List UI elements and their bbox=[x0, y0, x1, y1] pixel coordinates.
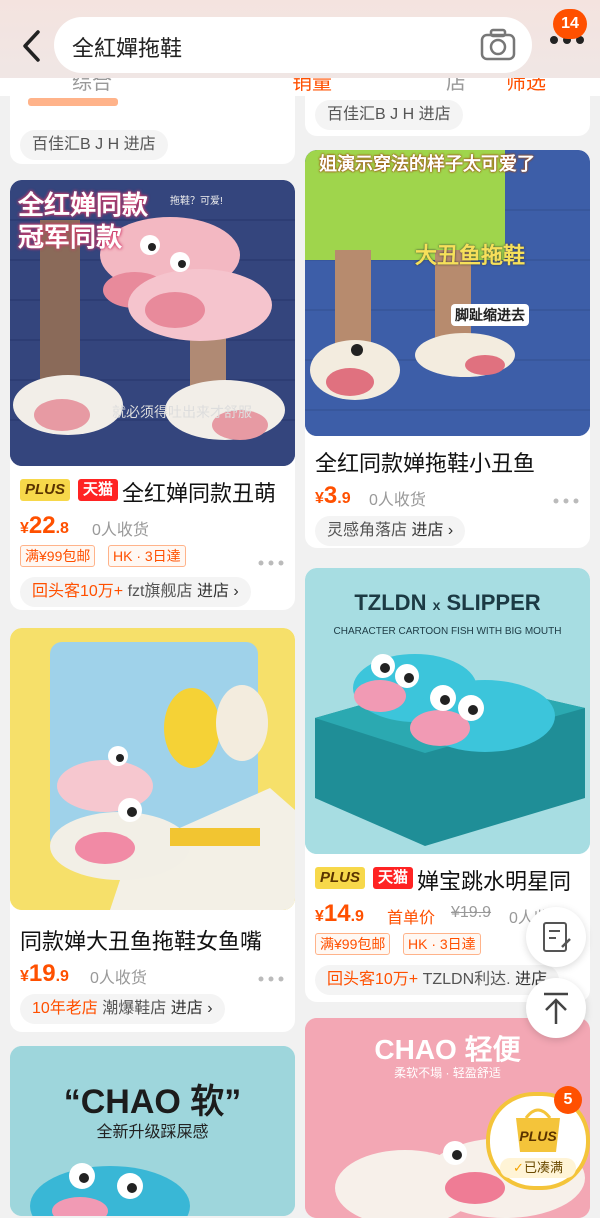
product-image[interactable]: “CHAO 软” 全新升级踩屎感 bbox=[10, 1046, 295, 1216]
product-title[interactable]: 婵宝跳水明星同 bbox=[417, 864, 587, 896]
product-title[interactable]: 同款婵大丑鱼拖鞋女鱼嘴 bbox=[20, 924, 290, 956]
sort-comprehensive[interactable]: 综合 bbox=[72, 78, 112, 95]
tag-strip bbox=[28, 98, 118, 106]
sort-store[interactable]: 店 bbox=[446, 78, 466, 95]
overlay-title: “CHAO 软” bbox=[63, 1083, 242, 1121]
sold-count: 0人收货 bbox=[92, 522, 149, 539]
product-card[interactable]: 全红婵同款 冠军同款 拖鞋？可爱! 就必须得吐出来才舒服 PLUS 天猫 全红婵… bbox=[10, 180, 295, 610]
product-price: ¥3.9 bbox=[315, 482, 351, 509]
store-pill[interactable]: 回头客10万+ TZLDN利达. 进店 bbox=[315, 965, 560, 995]
shipping-tag: 满¥99包邮 bbox=[315, 933, 391, 955]
store-pill[interactable]: 百佳汇B J H 进店 bbox=[20, 130, 168, 160]
original-price: ¥19.9 bbox=[451, 904, 492, 921]
brand-subtitle: CHARACTER CARTOON FISH WITH BIG MOUTH bbox=[333, 626, 562, 637]
overlay-subtitle: 全新升级踩屎感 bbox=[96, 1124, 209, 1141]
edit-note-icon bbox=[543, 922, 571, 952]
overlay-caption: 拖鞋？可爱! bbox=[170, 196, 223, 207]
sold-count: 0人收货 bbox=[369, 492, 426, 509]
basket-count-badge: 5 bbox=[554, 1086, 582, 1114]
overlay-title: 全红婵同款 bbox=[18, 190, 149, 220]
sort-bar: 综合 销量 店 筛选 bbox=[0, 78, 600, 96]
sold-count: 0人收货 bbox=[90, 970, 147, 987]
overlay-subtitle: 柔软不塌 · 轻盈舒适 bbox=[394, 1066, 501, 1080]
back-to-top-icon bbox=[544, 992, 568, 1024]
sort-filter[interactable]: 筛选 bbox=[506, 78, 546, 95]
product-price: ¥14.9 bbox=[315, 900, 364, 927]
tmall-tag: 天猫 bbox=[78, 479, 119, 501]
sort-sales[interactable]: 销量 bbox=[292, 78, 332, 95]
more-dots-icon[interactable] bbox=[258, 553, 284, 566]
basket-label: PLUS bbox=[519, 1128, 557, 1144]
feedback-button[interactable] bbox=[526, 907, 586, 967]
camera-icon[interactable] bbox=[480, 28, 516, 62]
delivery-tag: HK · 3日達 bbox=[403, 933, 481, 955]
product-card[interactable]: “CHAO 软” 全新升级踩屎感 bbox=[10, 1046, 295, 1216]
overlay-caption: 姐演示穿法的样子太可爱了 bbox=[319, 154, 535, 174]
product-image-illustration bbox=[305, 150, 590, 436]
store-pill[interactable]: 灵感角落店 进店 › bbox=[315, 516, 466, 546]
product-image[interactable]: TZLDN x SLIPPER CHARACTER CARTOON FISH W… bbox=[305, 568, 590, 854]
chevron-left-icon[interactable] bbox=[18, 28, 48, 64]
product-title[interactable]: 全红婵同款丑萌 bbox=[122, 476, 292, 508]
product-image[interactable]: 全红婵同款 冠军同款 拖鞋？可爱! 就必须得吐出来才舒服 bbox=[10, 180, 295, 466]
brand-banner: TZLDN x SLIPPER bbox=[354, 590, 541, 615]
product-price: ¥19.9 bbox=[20, 960, 69, 987]
product-image[interactable]: 姐演示穿法的样子太可爱了 大丑鱼拖鞋 脚趾缩进去 bbox=[305, 150, 590, 436]
overlay-title: 大丑鱼拖鞋 bbox=[415, 243, 526, 268]
overlay-caption: 就必须得吐出来才舒服 bbox=[112, 404, 252, 420]
product-image-illustration bbox=[10, 628, 295, 910]
overlay-note: 脚趾缩进去 bbox=[451, 304, 529, 326]
plus-tag: PLUS bbox=[20, 479, 71, 501]
search-input[interactable]: 全紅嬋拖鞋 bbox=[72, 31, 182, 63]
basket-status: ✓已凑满 bbox=[500, 1158, 576, 1178]
plus-tag: PLUS bbox=[315, 867, 366, 889]
product-card-partial[interactable]: 百佳汇B J H 进店 bbox=[10, 96, 295, 164]
notification-badge: 14 bbox=[553, 9, 587, 39]
more-dots-icon[interactable] bbox=[258, 969, 284, 982]
delivery-tag: HK · 3日達 bbox=[108, 545, 186, 567]
product-title[interactable]: 全红同款婵拖鞋小丑鱼 bbox=[315, 446, 585, 478]
more-dots-icon[interactable] bbox=[553, 491, 579, 504]
product-card-partial[interactable]: 百佳汇B J H 进店 bbox=[305, 96, 590, 136]
back-to-top-button[interactable] bbox=[526, 978, 586, 1038]
product-card[interactable]: 同款婵大丑鱼拖鞋女鱼嘴 ¥19.9 0人收货 10年老店 潮爆鞋店 进店 › bbox=[10, 628, 295, 1032]
tmall-tag: 天猫 bbox=[373, 867, 414, 889]
first-order-label: 首单价 bbox=[387, 910, 436, 927]
product-card[interactable]: 姐演示穿法的样子太可爱了 大丑鱼拖鞋 脚趾缩进去 全红同款婵拖鞋小丑鱼 ¥3.9… bbox=[305, 150, 590, 548]
shipping-tag: 满¥99包邮 bbox=[20, 545, 96, 567]
product-price: ¥22.8 bbox=[20, 512, 69, 539]
store-pill[interactable]: 百佳汇B J H 进店 bbox=[315, 100, 463, 130]
store-pill[interactable]: 10年老店 潮爆鞋店 进店 › bbox=[20, 994, 225, 1024]
product-image[interactable] bbox=[10, 628, 295, 910]
store-pill[interactable]: 回头客10万+ fzt旗舰店 进店 › bbox=[20, 577, 251, 607]
overlay-subtitle: 冠军同款 bbox=[18, 222, 123, 252]
